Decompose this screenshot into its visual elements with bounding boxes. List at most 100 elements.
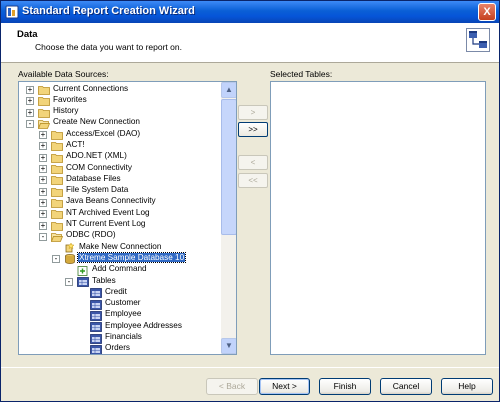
folder-icon xyxy=(51,209,63,220)
tree-item-label: Make New Connection xyxy=(79,241,162,251)
selected-tables-list[interactable] xyxy=(270,81,486,355)
folder-icon xyxy=(51,198,63,208)
tree-item[interactable]: Make New Connection xyxy=(19,242,222,253)
title-bar[interactable]: Standard Report Creation Wizard X xyxy=(1,1,499,23)
finish-button[interactable]: Finish xyxy=(319,378,371,395)
tree-item[interactable]: Orders xyxy=(19,343,222,354)
collapse-icon[interactable]: - xyxy=(65,278,73,287)
collapse-icon[interactable]: - xyxy=(26,119,34,128)
tree-item-label: Add Command xyxy=(92,264,147,274)
tree-item-label: Customer xyxy=(105,298,141,308)
add-command-icon xyxy=(77,265,89,276)
tree-item-label: NT Current Event Log xyxy=(66,219,146,229)
tree-item[interactable]: Employee Addresses xyxy=(19,320,222,333)
tree-item[interactable]: + Access/Excel (DAO) xyxy=(19,128,222,141)
table-icon xyxy=(77,277,89,287)
tree-item[interactable]: + File System Data xyxy=(19,185,222,197)
tree-rows: + Current Connections + Favorites + History - C… xyxy=(19,84,222,354)
page-description: Choose the data you want to report on. xyxy=(35,42,182,52)
available-data-sources-tree[interactable]: + Current Connections + Favorites + History - C… xyxy=(18,81,237,355)
tree-item[interactable]: - Create New Connection xyxy=(19,117,222,129)
collapse-icon[interactable]: - xyxy=(52,255,60,264)
back-button[interactable]: < Back xyxy=(206,378,258,395)
expand-icon[interactable]: + xyxy=(26,108,34,117)
tree-scrollbar[interactable]: ▲ ▼ xyxy=(221,82,236,354)
expand-icon[interactable]: + xyxy=(39,221,47,230)
tree-item-label: COM Connectivity xyxy=(66,162,132,172)
table-icon xyxy=(90,322,102,333)
footer-divider xyxy=(1,367,499,368)
open-folder-icon xyxy=(50,232,64,242)
tree-item[interactable]: Customer xyxy=(19,298,222,310)
tree-item[interactable]: Financials xyxy=(19,332,222,344)
tree-item[interactable]: + Database Files xyxy=(19,173,222,186)
folder-icon xyxy=(51,153,63,163)
tree-item[interactable]: + NT Current Event Log xyxy=(19,219,222,231)
tree-item-label: Favorites xyxy=(53,94,87,104)
tree-item-label: Credit xyxy=(105,286,127,296)
tree-item[interactable]: - Tables xyxy=(19,276,222,287)
expand-icon[interactable]: + xyxy=(39,165,47,174)
tree-item[interactable]: Add Command xyxy=(19,264,222,276)
tree-item-label: ODBC (RDO) xyxy=(66,230,116,240)
collapse-icon[interactable]: - xyxy=(39,232,47,241)
database-icon xyxy=(64,254,76,265)
tree-item-label: Current Connections xyxy=(53,83,129,93)
folder-icon xyxy=(51,130,63,141)
expand-icon[interactable]: + xyxy=(26,86,34,94)
remove-table-button[interactable]: < xyxy=(238,155,268,170)
expand-icon[interactable]: + xyxy=(39,153,47,162)
expand-icon[interactable]: + xyxy=(39,131,47,140)
help-button[interactable]: Help xyxy=(441,378,493,395)
tree-item[interactable]: + ADO.NET (XML) xyxy=(19,151,222,163)
expand-icon[interactable]: + xyxy=(39,187,47,196)
tree-item[interactable]: - ODBC (RDO) xyxy=(19,230,222,242)
tree-item[interactable]: + ACT! xyxy=(19,139,222,152)
tree-item-label: Access/Excel (DAO) xyxy=(66,128,141,138)
tree-item-label: Employee xyxy=(105,309,142,319)
table-icon xyxy=(90,333,102,344)
page-title: Data xyxy=(17,29,38,40)
tree-item[interactable]: + COM Connectivity xyxy=(19,163,222,174)
tree-item-label: ADO.NET (XML) xyxy=(66,151,127,161)
tree-item-label: ACT! xyxy=(66,139,85,149)
tree-item-label: Database Files xyxy=(66,173,121,183)
tree-item[interactable]: + History xyxy=(19,106,222,118)
folder-icon xyxy=(51,187,63,197)
tree-item-label: Financials xyxy=(105,332,142,342)
cancel-button[interactable]: Cancel xyxy=(380,378,432,395)
tree-item-label: File System Data xyxy=(66,185,129,195)
expand-icon[interactable]: + xyxy=(39,142,47,151)
tree-item-label: Xtreme Sample Database 10 xyxy=(76,251,187,263)
expand-icon[interactable]: + xyxy=(39,210,47,219)
add-all-tables-button[interactable]: >> xyxy=(238,122,268,137)
tree-item[interactable]: Credit xyxy=(19,286,222,299)
expand-icon[interactable]: + xyxy=(26,97,34,106)
wizard-header: Data Choose the data you want to report … xyxy=(1,23,499,63)
tree-item[interactable]: + Java Beans Connectivity xyxy=(19,196,222,208)
tree-item[interactable]: - Xtreme Sample Database 10 xyxy=(19,251,222,265)
expand-icon[interactable]: + xyxy=(39,176,47,185)
next-button[interactable]: Next > xyxy=(259,378,310,395)
expand-icon[interactable]: + xyxy=(39,198,47,207)
tree-item[interactable]: + Current Connections xyxy=(19,84,222,95)
scroll-down-button[interactable]: ▼ xyxy=(221,338,236,354)
tree-item[interactable]: + NT Archived Event Log xyxy=(19,208,222,220)
tree-item[interactable]: Employee xyxy=(19,309,222,321)
add-table-button[interactable]: > xyxy=(238,105,268,120)
table-icon xyxy=(90,288,102,299)
scroll-up-button[interactable]: ▲ xyxy=(221,82,236,98)
selected-tables-label: Selected Tables: xyxy=(270,69,333,79)
folder-icon xyxy=(51,141,63,152)
scroll-thumb[interactable] xyxy=(221,99,236,235)
remove-all-tables-button[interactable]: << xyxy=(238,173,268,188)
tree-item[interactable]: + Favorites xyxy=(19,94,222,107)
available-data-sources-label: Available Data Sources: xyxy=(18,69,109,79)
folder-icon xyxy=(38,85,50,95)
close-button[interactable]: X xyxy=(478,3,496,21)
folder-icon xyxy=(51,221,63,231)
crystal-reports-icon xyxy=(5,5,19,19)
tree-item-label: Tables xyxy=(92,275,116,285)
wizard-window: Standard Report Creation Wizard X Data C… xyxy=(0,0,500,402)
tree-item-label: Employee Addresses xyxy=(105,320,182,330)
